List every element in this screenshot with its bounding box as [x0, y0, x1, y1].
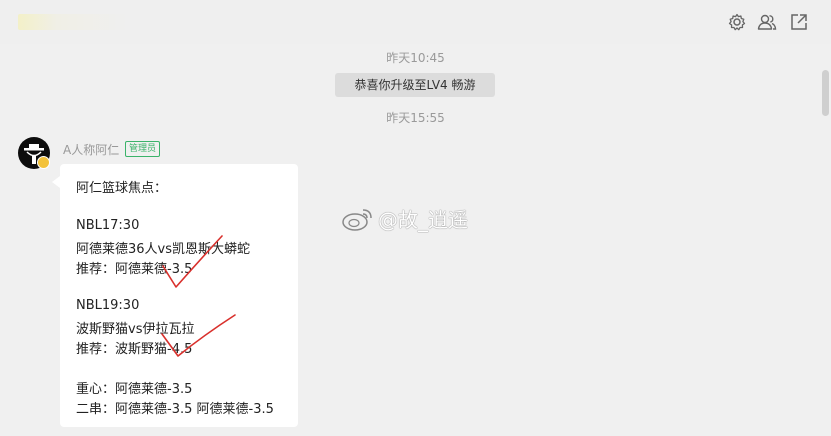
message-line: 推荐：阿德莱德-3.5 [76, 262, 193, 277]
message-line: 阿德莱德36人vs凯恩斯大蟒蛇 [76, 242, 251, 257]
admin-badge: 管理员 [125, 141, 161, 157]
watermark-text: @故_逍遥 [378, 208, 468, 232]
message-line: 波斯野猫vs伊拉瓦拉 [76, 322, 195, 337]
sender-name[interactable]: A人称阿仁 [63, 141, 119, 158]
scrollbar[interactable] [822, 70, 829, 116]
message-line: NBL17:30 [76, 218, 140, 233]
chat-title-blurred [18, 14, 128, 30]
weibo-icon [342, 208, 372, 231]
message-line: 阿仁篮球焦点： [76, 181, 168, 196]
message-line: 重心：阿德莱德-3.5 [76, 382, 193, 397]
watermark: @故_逍遥 [342, 204, 468, 233]
message-line: NBL19:30 [76, 298, 140, 313]
message-line: 二串：阿德莱德-3.5 阿德莱德-3.5 [76, 402, 274, 417]
message-line: 推荐：波斯野猫-4.5 [76, 342, 193, 357]
popout-icon[interactable] [789, 12, 809, 32]
timestamp: 昨天15:55 [386, 111, 445, 125]
members-icon[interactable] [757, 12, 777, 32]
settings-icon[interactable] [727, 12, 747, 32]
chat-header [0, 0, 831, 44]
system-notice: 恭喜你升级至LV4 畅游 [335, 73, 495, 97]
verified-badge-icon [37, 156, 50, 169]
bubble-tail [52, 176, 60, 188]
timestamp: 昨天10:45 [386, 51, 445, 65]
